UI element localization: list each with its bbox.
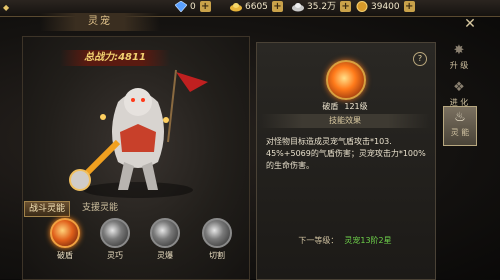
help-icon[interactable]: ? bbox=[413, 52, 427, 66]
resource-diamond: 0 + bbox=[174, 0, 211, 14]
skill-title: 破盾 121级 bbox=[256, 101, 434, 112]
close-icon[interactable]: ✕ bbox=[463, 17, 477, 31]
window-title: 灵宠 bbox=[40, 13, 160, 31]
next-level-label: 下一等级： bbox=[298, 236, 339, 245]
skill-slot-agile[interactable]: 灵巧 bbox=[96, 216, 134, 261]
coin-icon bbox=[356, 1, 368, 12]
cut-icon bbox=[202, 218, 232, 248]
skill-label: 切割 bbox=[209, 251, 225, 260]
add-gold-button[interactable]: + bbox=[271, 1, 283, 12]
pet-model bbox=[58, 62, 218, 202]
skill-level: 121级 bbox=[344, 102, 368, 111]
skill-label: 灵巧 bbox=[107, 251, 123, 260]
add-coin-button[interactable]: + bbox=[403, 1, 415, 12]
skill-slot-cut[interactable]: 切割 bbox=[198, 216, 236, 261]
skill-slot-burst[interactable]: 灵爆 bbox=[146, 216, 184, 261]
agility-icon bbox=[100, 218, 130, 248]
side-tab-label: 灵 能 bbox=[450, 128, 470, 137]
resource-coin: 39400 + bbox=[356, 1, 415, 14]
side-tab-upgrade[interactable]: ✸ 升 级 bbox=[443, 40, 475, 78]
diamond-icon bbox=[174, 0, 188, 13]
gold-ingot-icon bbox=[230, 1, 242, 12]
silver-ingot-icon bbox=[292, 1, 304, 12]
spirit-icon: ♨ bbox=[454, 110, 466, 125]
beast-icon: ❖ bbox=[453, 80, 465, 95]
resource-silver: 35.2万 + bbox=[292, 1, 352, 14]
skill-description: 对怪物目标造成灵宠气盾攻击*103. 45%+5069的气盾伤害；灵宠攻击力*1… bbox=[266, 137, 426, 170]
skill-slot-pod[interactable]: 破盾 bbox=[46, 216, 84, 261]
tab-support-spirit[interactable]: 支援灵能 bbox=[78, 201, 122, 215]
silver-value: 35.2万 bbox=[307, 2, 337, 12]
break-shield-icon bbox=[50, 218, 80, 248]
gold-value: 6605 bbox=[245, 2, 268, 12]
resource-gold: 6605 + bbox=[230, 1, 283, 14]
coin-value: 39400 bbox=[371, 2, 400, 12]
side-tab-label: 升 级 bbox=[449, 61, 469, 70]
add-diamond-button[interactable]: + bbox=[199, 1, 211, 12]
next-level-value: 灵宠13阶2星 bbox=[344, 236, 392, 245]
skill-name: 破盾 bbox=[322, 102, 339, 111]
vip-badge: ◆ bbox=[3, 3, 10, 12]
effect-header: 技能效果 bbox=[260, 114, 430, 128]
diamond-value: 0 bbox=[190, 2, 196, 12]
selected-skill-icon bbox=[326, 60, 366, 100]
skill-label: 破盾 bbox=[57, 251, 73, 260]
tab-combat-spirit[interactable]: 战斗灵能 bbox=[24, 201, 71, 217]
burst-icon bbox=[150, 218, 180, 248]
skill-list: 破盾 灵巧 灵爆 切割 bbox=[22, 216, 248, 278]
skill-label: 灵爆 bbox=[157, 251, 173, 260]
side-tab-spirit[interactable]: ♨ 灵 能 bbox=[443, 106, 477, 146]
add-silver-button[interactable]: + bbox=[340, 1, 352, 12]
wolf-icon: ✸ bbox=[453, 43, 465, 58]
next-level: 下一等级： 灵宠13阶2星 bbox=[256, 235, 434, 246]
